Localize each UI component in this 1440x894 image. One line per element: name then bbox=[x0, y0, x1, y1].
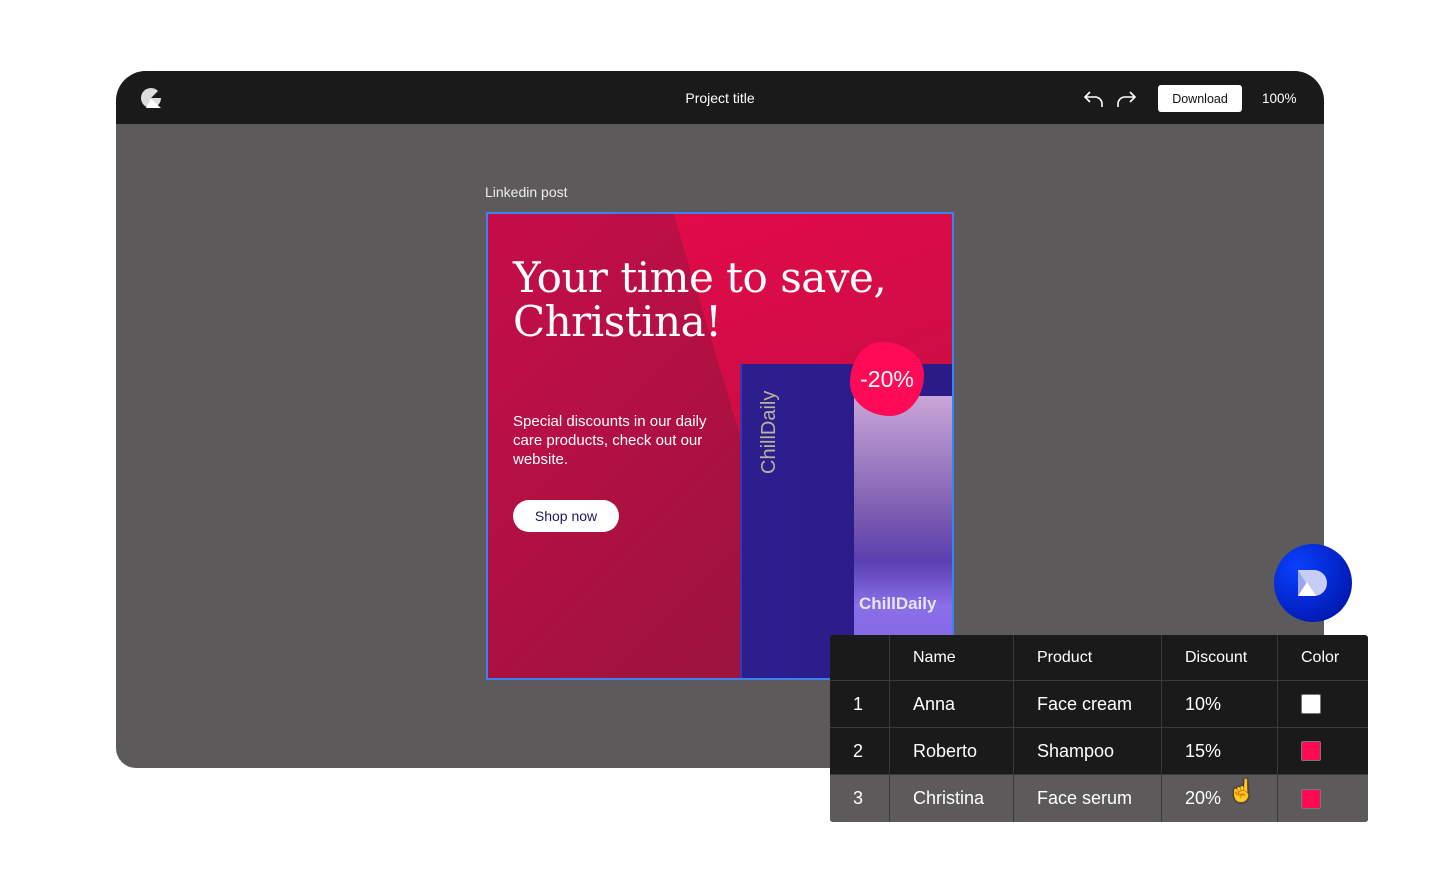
download-button[interactable]: Download bbox=[1158, 85, 1242, 112]
post-headline[interactable]: Your time to save, Christina! bbox=[513, 253, 887, 346]
post-body-text[interactable]: Special discounts in our daily care prod… bbox=[513, 412, 713, 469]
cell-name[interactable]: Anna bbox=[890, 681, 1014, 727]
undo-icon[interactable] bbox=[1082, 87, 1106, 109]
cell-product[interactable]: Face cream bbox=[1014, 681, 1162, 727]
headline-line-1: Your time to save, bbox=[513, 253, 887, 302]
cell-color[interactable] bbox=[1278, 728, 1368, 774]
cell-color[interactable] bbox=[1278, 681, 1368, 727]
cell-color[interactable] bbox=[1278, 775, 1368, 822]
toolbar: Project title Download 100% bbox=[116, 71, 1324, 124]
redo-icon[interactable] bbox=[1114, 87, 1138, 109]
row-index: 3 bbox=[830, 775, 890, 822]
box-brand-text: ChillDaily bbox=[758, 390, 780, 474]
cell-discount[interactable]: 20% bbox=[1162, 775, 1278, 822]
bottle-brand-text: ChillDaily bbox=[859, 594, 937, 613]
header-name[interactable]: Name bbox=[890, 635, 1014, 680]
cell-name[interactable]: Roberto bbox=[890, 728, 1014, 774]
cell-product[interactable]: Shampoo bbox=[1014, 728, 1162, 774]
color-swatch[interactable] bbox=[1301, 788, 1321, 809]
shop-now-button[interactable]: Shop now bbox=[513, 500, 619, 532]
row-index: 2 bbox=[830, 728, 890, 774]
table-row[interactable]: 1 Anna Face cream 10% bbox=[830, 681, 1368, 728]
table-row-selected[interactable]: 3 Christina Face serum 20% bbox=[830, 775, 1368, 822]
hand-cursor-icon: ☝ bbox=[1228, 778, 1256, 803]
zoom-level[interactable]: 100% bbox=[1262, 91, 1297, 106]
header-product[interactable]: Product bbox=[1014, 635, 1162, 680]
table-row[interactable]: 2 Roberto Shampoo 15% bbox=[830, 728, 1368, 775]
cell-discount[interactable]: 10% bbox=[1162, 681, 1278, 727]
project-title[interactable]: Project title bbox=[116, 90, 1324, 106]
discount-badge[interactable]: -20% bbox=[850, 342, 924, 416]
header-color[interactable]: Color bbox=[1278, 635, 1368, 680]
headline-line-2: Christina! bbox=[513, 297, 722, 346]
cell-product[interactable]: Face serum bbox=[1014, 775, 1162, 822]
color-swatch[interactable] bbox=[1301, 741, 1321, 761]
d-logo-icon bbox=[1298, 570, 1327, 596]
frame-label: Linkedin post bbox=[485, 184, 568, 200]
cell-discount[interactable]: 15% bbox=[1162, 728, 1278, 774]
cell-name[interactable]: Christina bbox=[890, 775, 1014, 822]
color-swatch[interactable] bbox=[1301, 694, 1321, 714]
linkedin-post-frame[interactable]: Your time to save, Christina! Special dis… bbox=[486, 212, 954, 680]
collaborator-avatar[interactable] bbox=[1274, 544, 1352, 622]
data-table: Name Product Discount Color 1 Anna Face … bbox=[830, 635, 1368, 822]
row-index: 1 bbox=[830, 681, 890, 727]
table-header: Name Product Discount Color bbox=[830, 635, 1368, 681]
header-discount[interactable]: Discount bbox=[1162, 635, 1278, 680]
header-index bbox=[830, 635, 890, 680]
